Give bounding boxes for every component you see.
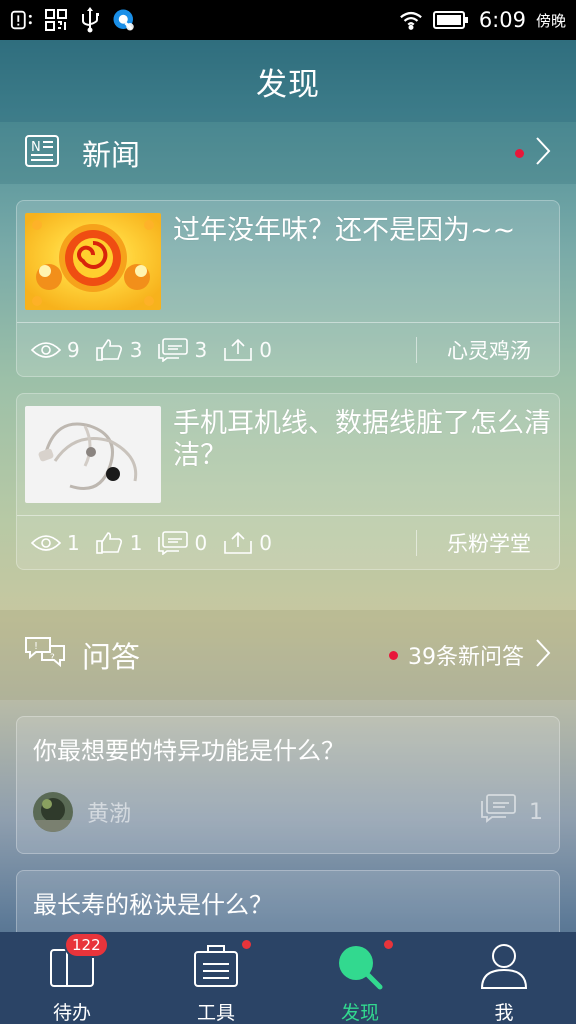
new-indicator-dot xyxy=(384,940,393,949)
usb-icon xyxy=(78,7,102,33)
comments-count: 3 xyxy=(194,338,208,362)
answer-count-value: 1 xyxy=(529,799,543,825)
nav-item-todo[interactable]: 122 待办 xyxy=(0,932,144,1024)
briefcase-icon xyxy=(192,942,240,994)
svg-text:?: ? xyxy=(50,653,55,663)
answer-count: 1 xyxy=(481,794,543,830)
time-of-day-label: 傍晚 xyxy=(535,11,566,30)
chat-bubbles-icon: !? xyxy=(24,636,66,674)
eye-icon xyxy=(31,340,61,360)
share-icon xyxy=(223,338,253,362)
comment-icon xyxy=(158,531,189,555)
chevron-right-icon[interactable] xyxy=(534,136,552,170)
nav-label: 发现 xyxy=(340,1002,379,1024)
qr-code-icon xyxy=(44,8,68,32)
new-indicator-dot xyxy=(242,940,251,949)
qa-question: 最长寿的秘诀是什么？ xyxy=(33,891,273,919)
views-count: 9 xyxy=(67,338,80,362)
nav-label: 工具 xyxy=(196,1002,235,1024)
avatar[interactable] xyxy=(33,792,73,832)
comment-icon xyxy=(481,794,517,830)
eye-icon xyxy=(31,533,61,553)
news-section-label: 新闻 xyxy=(82,138,141,172)
shares-stat[interactable]: 0 xyxy=(223,338,272,362)
shares-stat[interactable]: 0 xyxy=(223,531,272,555)
qa-user-name[interactable]: 黄渤 xyxy=(87,796,131,828)
todo-badge: 122 xyxy=(64,932,109,958)
comments-stat[interactable]: 3 xyxy=(158,338,207,362)
news-thumbnail-image xyxy=(25,213,161,310)
new-indicator-dot xyxy=(515,148,524,158)
nav-item-me[interactable]: 我 xyxy=(432,932,576,1024)
views-count: 1 xyxy=(67,531,80,555)
qa-card[interactable]: 你最想要的特异功能是什么？ 黄渤 1 xyxy=(16,716,560,854)
search-icon xyxy=(336,942,384,994)
news-stats: 9 3 3 0 心灵鸡汤 xyxy=(17,323,559,377)
user-icon xyxy=(480,942,528,994)
app-header: 发现 xyxy=(0,40,576,122)
views-stat: 9 xyxy=(31,338,80,362)
stats-separator xyxy=(416,530,417,556)
news-stats: 1 1 0 0 乐粉学堂 xyxy=(17,516,559,570)
battery-icon xyxy=(432,8,469,32)
qa-question: 你最想要的特异功能是什么？ xyxy=(33,737,345,765)
browser-app-icon xyxy=(112,8,136,32)
comment-icon xyxy=(158,338,189,362)
news-card[interactable]: 过年没年味？还不是因为~~ 9 3 3 0 心灵鸡汤 xyxy=(16,200,560,377)
news-title: 手机耳机线、数据线脏了怎么清洁？ xyxy=(173,408,551,471)
nav-label: 待办 xyxy=(52,1002,91,1024)
likes-count: 1 xyxy=(129,531,143,555)
news-source[interactable]: 心灵鸡汤 xyxy=(447,335,531,365)
news-source[interactable]: 乐粉学堂 xyxy=(447,528,531,558)
qa-section-label: 问答 xyxy=(82,640,141,674)
svg-text:!: ! xyxy=(34,641,38,652)
notification-icon xyxy=(10,8,34,32)
share-icon xyxy=(223,531,253,555)
nav-item-tools[interactable]: 工具 xyxy=(144,932,288,1024)
thumbs-up-icon xyxy=(95,531,124,555)
bottom-nav: 122 待办 工具 发现 我 xyxy=(0,932,576,1024)
news-title: 过年没年味？还不是因为~~ xyxy=(173,215,516,246)
likes-stat[interactable]: 1 xyxy=(95,531,143,555)
thumbs-up-icon xyxy=(95,338,124,362)
new-qa-count: 39条新问答 xyxy=(408,645,524,670)
svg-text:N: N xyxy=(31,140,41,155)
newspaper-icon: N xyxy=(24,134,60,172)
nav-label: 我 xyxy=(494,1002,514,1024)
page-title: 发现 xyxy=(256,66,320,103)
news-section-header[interactable]: N 新闻 xyxy=(0,122,576,184)
wifi-icon xyxy=(399,8,423,32)
nav-item-discover[interactable]: 发现 xyxy=(288,932,432,1024)
clock: 6:09 xyxy=(478,8,526,32)
new-indicator-dot xyxy=(389,650,398,660)
likes-count: 3 xyxy=(129,338,143,362)
shares-count: 0 xyxy=(259,338,272,362)
comments-stat[interactable]: 0 xyxy=(158,531,207,555)
news-thumbnail-image xyxy=(25,406,161,503)
news-card[interactable]: 手机耳机线、数据线脏了怎么清洁？ 1 1 0 0 乐粉学堂 xyxy=(16,393,560,570)
qa-section-header[interactable]: !? 问答 39条新问答 xyxy=(0,610,576,700)
views-stat: 1 xyxy=(31,531,80,555)
status-bar: 6:09 傍晚 xyxy=(0,0,576,40)
comments-count: 0 xyxy=(194,531,208,555)
stats-separator xyxy=(416,337,417,363)
chevron-right-icon[interactable] xyxy=(534,638,552,672)
shares-count: 0 xyxy=(259,531,272,555)
likes-stat[interactable]: 3 xyxy=(95,338,143,362)
